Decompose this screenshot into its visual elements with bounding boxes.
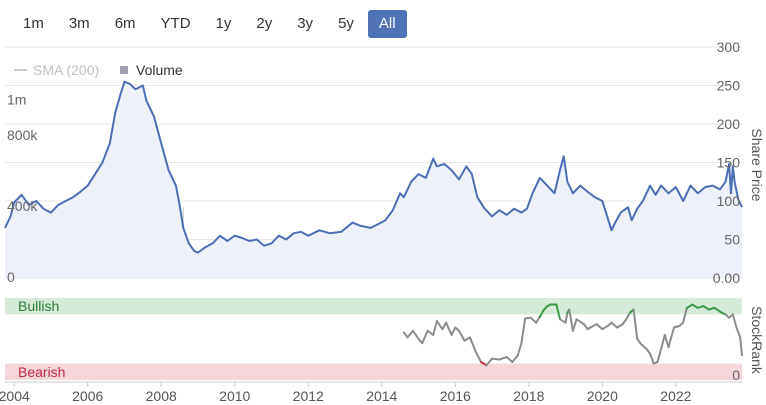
- stockrank-segment: [445, 321, 453, 336]
- stockrank-segment: [610, 321, 619, 329]
- y-right-tick-label: 150: [717, 155, 741, 171]
- stockrank-segment: [649, 352, 655, 365]
- stockrank-segment: [432, 319, 438, 336]
- stockrank-segment: [731, 313, 738, 329]
- y-left-tick-label: 1m: [7, 91, 26, 107]
- bearish-label: Bearish: [18, 364, 65, 380]
- y-right-tick-label: 0.00: [713, 270, 740, 286]
- stockrank-segment: [520, 317, 527, 345]
- stockrank-segment: [450, 326, 457, 336]
- stockrank-segment: [575, 318, 585, 326]
- stockrank-segment: [571, 318, 578, 332]
- x-tick-label: 2020: [587, 388, 618, 404]
- stockrank-segment: [406, 329, 415, 339]
- stockrank-segment: [505, 356, 514, 363]
- x-tick-label: 2012: [293, 388, 324, 404]
- sma-legend-label: SMA (200): [33, 62, 99, 78]
- stockrank-segment: [457, 329, 466, 342]
- stockrank-segment: [412, 329, 420, 340]
- stockrank-segment: [739, 336, 743, 357]
- stockrank-axis-title: StockRank: [749, 306, 765, 375]
- stockrank-segment: [468, 336, 477, 353]
- y-left-tick-label: 800k: [7, 127, 38, 143]
- stockrank-segment: [735, 326, 742, 339]
- stockrank-segment: [421, 329, 429, 345]
- stockrank-segment: [511, 354, 519, 363]
- y-right-tick-label: 200: [717, 116, 741, 132]
- y-left-tick-label: 0: [7, 269, 15, 285]
- stockrank-segment: [667, 326, 675, 349]
- x-tick-label: 2014: [366, 388, 397, 404]
- y-right-tick-label: 100: [717, 193, 741, 209]
- stockrank-segment: [663, 333, 670, 349]
- stockrank-segment: [435, 319, 444, 331]
- x-tick-label: 2006: [72, 388, 103, 404]
- legend: SMA (200) Volume: [14, 62, 183, 78]
- y-left-tick-label: 400k: [7, 198, 38, 214]
- volume-legend-marker: [120, 66, 128, 74]
- y-right-tick-label: 300: [717, 39, 741, 55]
- x-tick-label: 2022: [660, 388, 691, 404]
- x-tick-label: 2018: [513, 388, 544, 404]
- y-right-tick-label: 250: [717, 78, 741, 94]
- stockrank-segment: [639, 342, 648, 350]
- volume-legend-label: Volume: [136, 62, 183, 78]
- x-tick-label: 2004: [0, 388, 30, 404]
- bullish-label: Bullish: [18, 298, 59, 314]
- stockrank-segment: [656, 347, 663, 363]
- bearish-band: [5, 363, 742, 380]
- stockrank-segment: [660, 333, 666, 350]
- stockrank-segment: [529, 316, 538, 324]
- rank-y-tick-label: 0: [732, 367, 740, 383]
- y-right-tick-label: 50: [724, 232, 740, 248]
- stockrank-segment: [595, 323, 604, 331]
- stockrank-segment: [535, 315, 541, 324]
- stockrank-segment: [516, 342, 523, 357]
- stockrank-segment: [498, 356, 508, 361]
- x-tick-label: 2010: [219, 388, 250, 404]
- price-chart: Bullish Bearish 300 250 200 150 100 50 0.00 1m 80…: [0, 39, 765, 404]
- stockrank-segment: [491, 357, 501, 361]
- x-tick-label: 2008: [146, 388, 177, 404]
- share-price-axis-title: Share Price: [749, 128, 765, 201]
- x-tick-label: 2016: [440, 388, 471, 404]
- stockrank-segment: [474, 350, 483, 363]
